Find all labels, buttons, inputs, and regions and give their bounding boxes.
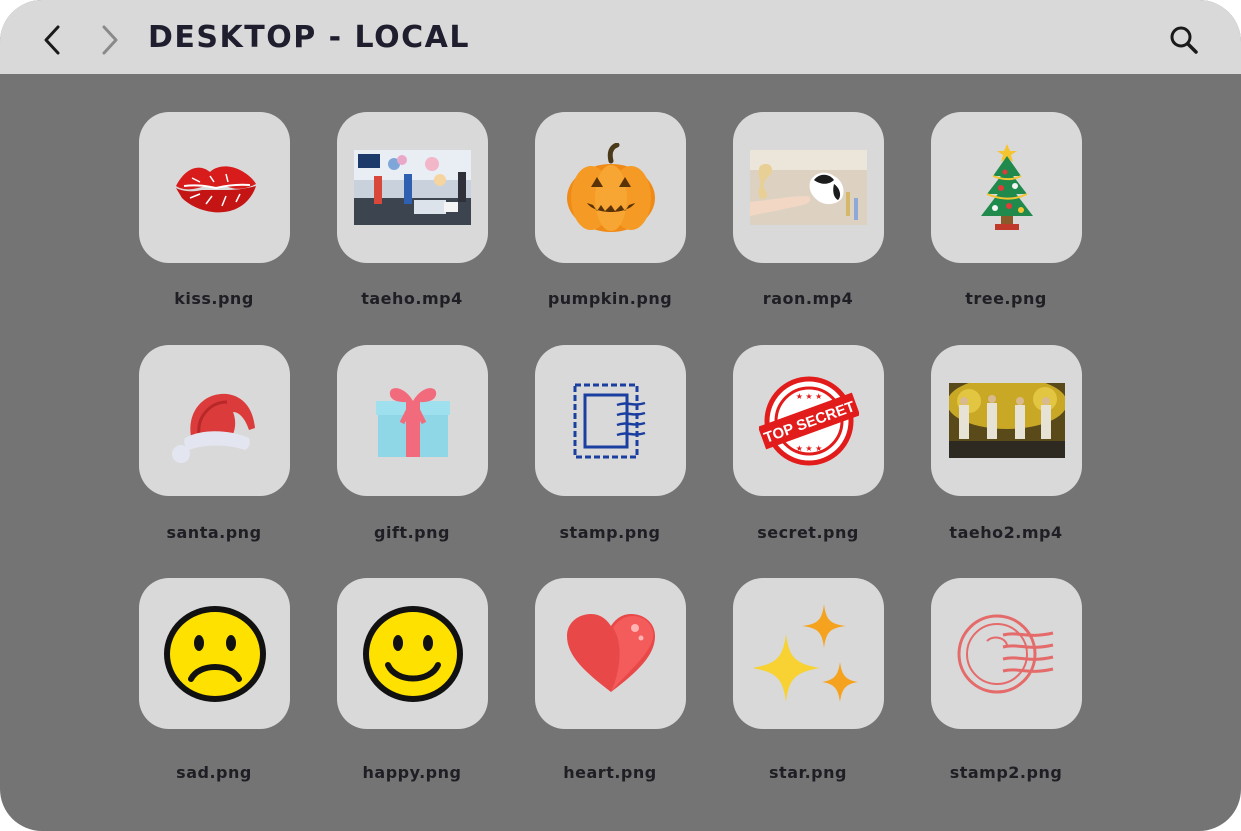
file-tile-taeho[interactable] (337, 112, 488, 263)
file-tile-star[interactable] (733, 578, 884, 729)
file-tile-taeho2[interactable] (931, 345, 1082, 496)
file-tile-santa[interactable] (139, 345, 290, 496)
santa-hat-icon (171, 393, 255, 463)
file-tile-pumpkin[interactable] (535, 112, 686, 263)
file-name: star.png (769, 763, 847, 782)
pumpkin-icon (566, 142, 655, 232)
top-secret-stamp-icon: TOP SECRET ★ ★ ★ ★ ★ ★ (758, 376, 859, 465)
file-name: stamp.png (559, 523, 661, 542)
file-tile-tree[interactable] (931, 112, 1082, 263)
file-name: raon.mp4 (762, 289, 854, 308)
file-name: taeho2.mp4 (949, 523, 1063, 542)
file-name: secret.png (757, 523, 859, 542)
heart-icon (566, 613, 655, 692)
file-name: gift.png (374, 523, 450, 542)
file-tile-happy[interactable] (337, 578, 488, 729)
file-tile-heart[interactable] (535, 578, 686, 729)
file-tile-gift[interactable] (337, 345, 488, 496)
file-tile-raon[interactable] (733, 112, 884, 263)
file-browser-window: DESKTOP - LOCAL kiss.png taeho.mp4 pumpk… (0, 0, 1241, 831)
file-tile-secret[interactable]: TOP SECRET ★ ★ ★ ★ ★ ★ (733, 345, 884, 496)
video-thumbnail-icon (948, 383, 1065, 458)
gift-icon (375, 387, 450, 457)
video-thumbnail-icon (354, 150, 471, 225)
video-thumbnail-icon (750, 150, 867, 225)
file-name: santa.png (166, 523, 262, 542)
file-name: happy.png (362, 763, 462, 782)
file-name: sad.png (176, 763, 252, 782)
file-tile-kiss[interactable] (139, 112, 290, 263)
file-name: pumpkin.png (547, 289, 673, 308)
kiss-icon (175, 165, 256, 212)
file-name: stamp2.png (949, 763, 1063, 782)
sparkle-stars-icon (753, 603, 858, 702)
christmas-tree-icon (980, 143, 1033, 230)
svg-text:★ ★ ★: ★ ★ ★ (795, 444, 822, 453)
file-name: taeho.mp4 (361, 289, 463, 308)
file-name: tree.png (965, 289, 1047, 308)
svg-text:★ ★ ★: ★ ★ ★ (795, 392, 822, 401)
file-tile-sad[interactable] (139, 578, 290, 729)
file-tile-stamp2[interactable] (931, 578, 1082, 729)
sad-face-icon (163, 605, 266, 702)
file-tile-stamp[interactable] (535, 345, 686, 496)
postmark-icon (957, 614, 1053, 693)
file-name: kiss.png (174, 289, 254, 308)
happy-face-icon (362, 605, 463, 702)
file-name: heart.png (563, 763, 657, 782)
postage-stamp-icon (573, 383, 645, 458)
file-grid: kiss.png taeho.mp4 pumpkin.png raon.mp4 … (0, 0, 1241, 831)
